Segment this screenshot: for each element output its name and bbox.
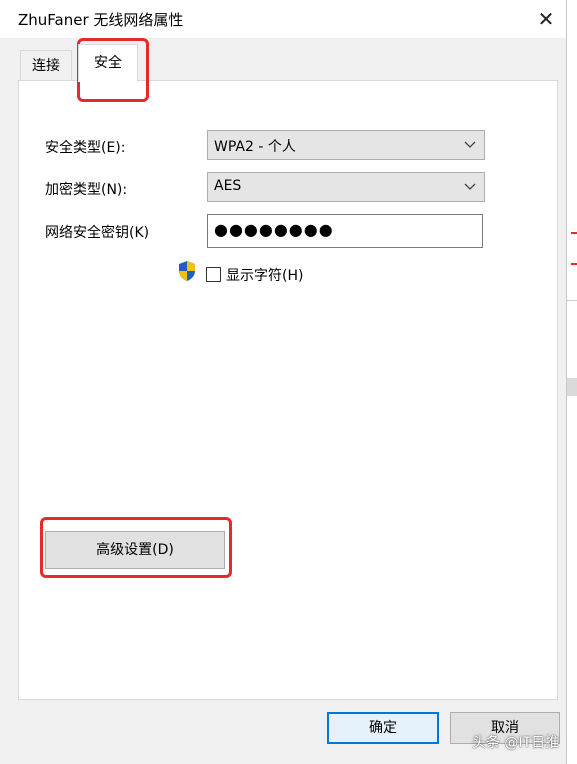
ok-button[interactable]: 确定 (327, 712, 439, 744)
encryption-type-label: 加密类型(N): (45, 182, 128, 198)
security-type-label: 安全类型(E): (45, 140, 126, 156)
encryption-type-select[interactable]: AES (207, 172, 485, 202)
network-key-label: 网络安全密钥(K) (45, 225, 150, 241)
wireless-properties-dialog: ZhuFaner 无线网络属性 ✕ 连接 安全 安全类型(E): WPA2 - … (0, 0, 567, 764)
security-panel: 安全类型(E): WPA2 - 个人 加密类型(N): AES 网络安全密钥(K… (18, 80, 558, 700)
shield-icon (177, 260, 197, 282)
chevron-down-icon (464, 135, 476, 157)
show-characters-checkbox[interactable] (206, 267, 221, 282)
network-key-input[interactable]: ●●●●●●●● (207, 214, 483, 248)
security-type-value: WPA2 - 个人 (214, 139, 296, 155)
tab-security[interactable]: 安全 (78, 44, 138, 82)
chevron-down-icon (464, 177, 476, 199)
background-mark (571, 232, 577, 234)
title-bar[interactable]: ZhuFaner 无线网络属性 ✕ (0, 0, 566, 38)
network-key-value: ●●●●●●●● (214, 220, 334, 239)
encryption-type-value: AES (214, 178, 242, 194)
watermark: 头条 @IT日推 (472, 735, 560, 751)
show-characters-label[interactable]: 显示字符(H) (226, 265, 303, 285)
background-mark (571, 263, 577, 265)
tab-connection[interactable]: 连接 (20, 50, 72, 81)
window-title: ZhuFaner 无线网络属性 (18, 11, 184, 29)
highlight-box-advanced-button (40, 517, 232, 578)
close-icon[interactable]: ✕ (530, 6, 562, 32)
security-type-select[interactable]: WPA2 - 个人 (207, 130, 485, 160)
